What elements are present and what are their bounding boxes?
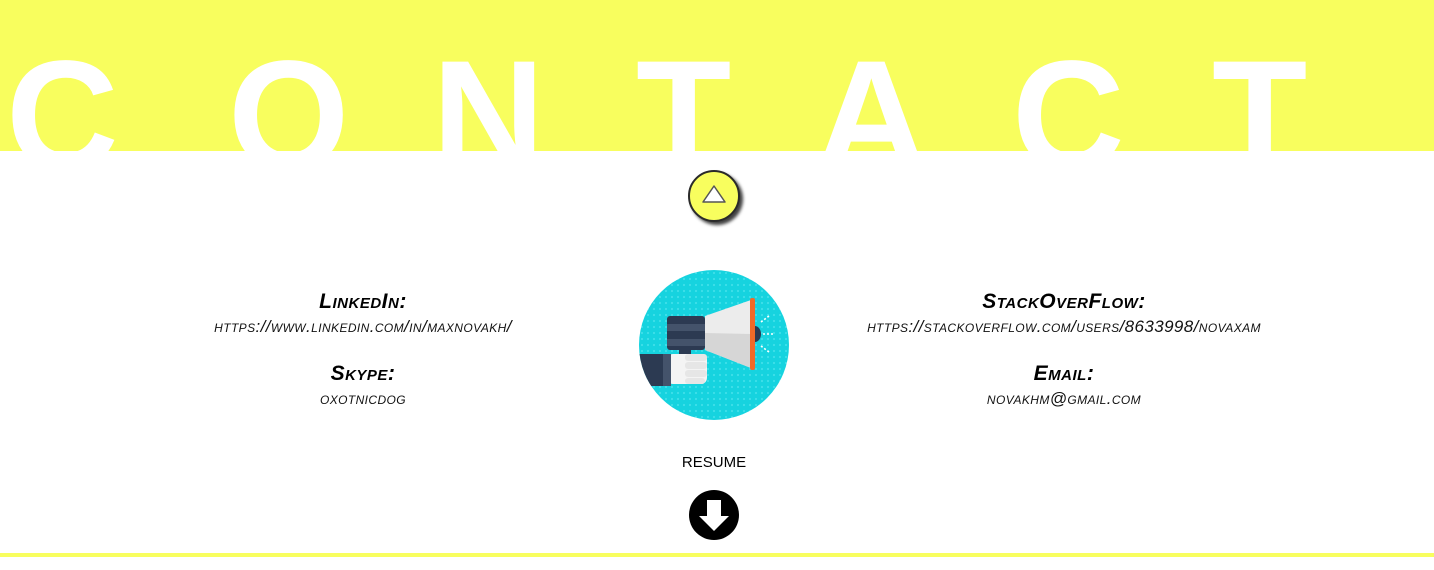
banner-letter: N xyxy=(432,29,545,151)
linkedin-heading: LinkedIn: xyxy=(319,290,407,313)
banner-title: C O N T A C T xyxy=(0,38,1434,151)
email-link[interactable]: novakhm@gmail.com xyxy=(800,388,1328,410)
linkedin-link[interactable]: https://www.linkedin.com/in/maxnovakh/ xyxy=(160,316,566,338)
contact-page: C O N T A C T LinkedIn: https://www.link… xyxy=(0,0,1434,570)
banner-letter: C xyxy=(1012,29,1125,151)
banner-letter: C xyxy=(6,29,119,151)
contact-column-right: StackOverFlow: https://stackoverflow.com… xyxy=(800,288,1328,410)
resume-label[interactable]: RESUME xyxy=(614,454,814,472)
banner-letter: T xyxy=(636,29,732,151)
skype-link[interactable]: oxotnicdog xyxy=(160,388,566,410)
stackoverflow-link[interactable]: https://stackoverflow.com/users/8633998/… xyxy=(800,316,1328,338)
megaphone-icon xyxy=(639,270,789,420)
resume-download-button[interactable] xyxy=(688,489,740,541)
skype-heading: Skype: xyxy=(330,362,396,385)
banner-letter: T xyxy=(1212,29,1308,151)
contact-column-left: LinkedIn: https://www.linkedin.com/in/ma… xyxy=(160,288,566,410)
banner-letter: O xyxy=(228,29,350,151)
contact-banner: C O N T A C T xyxy=(0,0,1434,151)
bottom-divider xyxy=(0,553,1434,557)
triangle-up-icon xyxy=(702,185,726,203)
scroll-up-button[interactable] xyxy=(688,170,740,222)
email-heading: Email: xyxy=(1033,362,1095,385)
arrow-down-circle-icon xyxy=(689,490,739,540)
stackoverflow-heading: StackOverFlow: xyxy=(982,290,1146,313)
banner-letter: A xyxy=(815,29,928,151)
